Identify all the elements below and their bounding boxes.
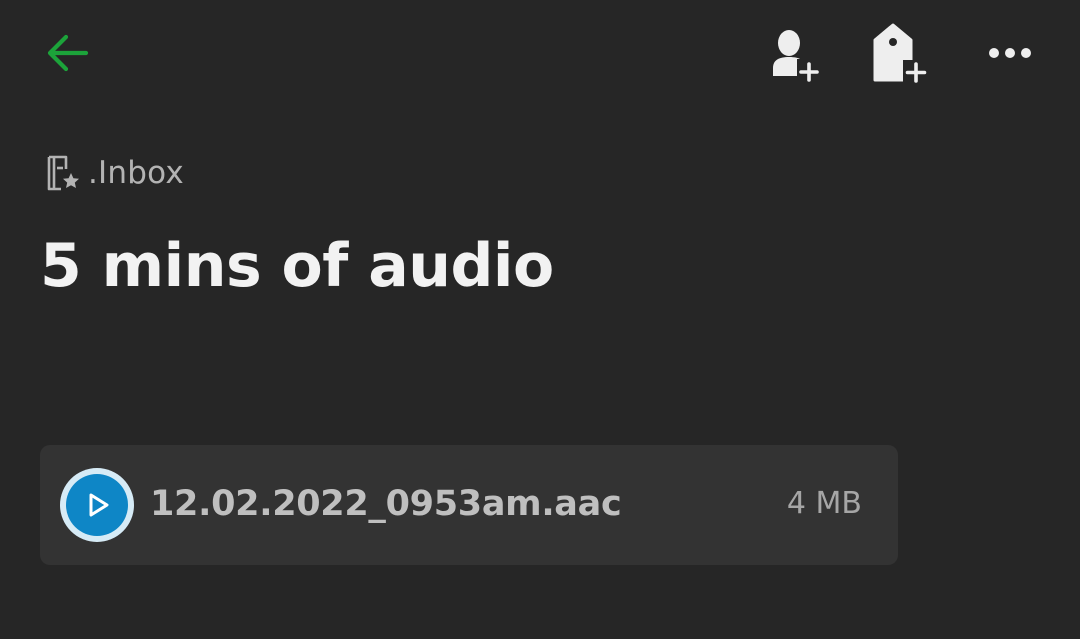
attachment-file-name: 12.02.2022_0953am.aac bbox=[150, 484, 622, 524]
play-icon bbox=[89, 493, 109, 517]
notebook-label: .Inbox bbox=[88, 155, 184, 191]
note-view: .Inbox 5 mins of audio 12.02.2022_0953am… bbox=[0, 0, 1080, 639]
play-button-inner bbox=[66, 474, 128, 536]
back-button[interactable] bbox=[36, 24, 98, 82]
play-button[interactable] bbox=[60, 468, 134, 542]
more-options-button[interactable] bbox=[978, 28, 1042, 78]
add-tag-icon bbox=[873, 23, 929, 84]
notebook-star-icon bbox=[47, 155, 79, 191]
share-note-button[interactable] bbox=[760, 22, 826, 86]
notebook-selector[interactable]: .Inbox bbox=[44, 152, 184, 194]
audio-attachment-card[interactable]: 12.02.2022_0953am.aac 4 MB bbox=[40, 445, 898, 565]
arrow-left-icon bbox=[47, 34, 89, 72]
attachment-file-size: 4 MB bbox=[786, 486, 862, 521]
note-title[interactable]: 5 mins of audio bbox=[40, 228, 554, 304]
more-horizontal-icon bbox=[989, 48, 1031, 58]
add-tag-button[interactable] bbox=[866, 20, 932, 86]
add-person-icon bbox=[773, 30, 821, 82]
